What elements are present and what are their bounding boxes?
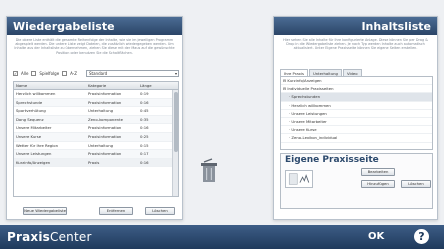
table-row[interactable]: Unsere Leistungen Praxisinformation 0:17 [14,150,178,159]
table-cell: Praxisinformation [88,133,122,139]
content-panel: Inhaltsliste Hier sehen Sie alle Inhalte… [273,16,438,220]
table-cell: 0:15 [140,142,149,148]
table-cell: Praxisinformation [88,99,122,105]
table-row[interactable]: Kurzinfo/Anzeigen Praxis 0:16 [14,158,178,168]
table-row[interactable]: Unsere Kurse Praxisinformation 0:25 [14,132,178,142]
table-cell: Wetter für Ihre Region [16,142,59,148]
table-cell: Unterhaltung [88,142,114,148]
content-description: Hier sehen Sie alle Inhalte für Ihre kon… [283,38,428,51]
table-cell: 0:45 [140,108,149,114]
tree-item[interactable]: ⊟ Individuelle Praxisseiten [281,85,432,94]
filter-all-checkbox[interactable]: ✓ [13,71,18,76]
table-cell: 0:16 [140,99,149,105]
playlist-table: Name Kategorie Länge Herzlich willkommen… [13,81,179,197]
tree-item[interactable]: · Herzlich willkommen [281,102,432,110]
filter-order-radio[interactable] [31,71,37,76]
tree-item[interactable]: · Unsere Leistungen [281,110,432,118]
own-page-title: Eigene Praxisseite [285,155,379,165]
table-cell: Unsere Mitarbeiter [16,125,52,131]
add-page-button[interactable]: Hinzufügen [361,180,395,188]
tree-item-label: Unsere Leistungen [291,110,327,116]
table-row[interactable]: Sportverhütung Unterhaltung 0:45 [14,107,178,116]
table-cell: 0:35 [140,116,149,122]
table-cell: Unterhaltung [88,108,114,114]
table-cell: Praxisinformation [88,91,122,96]
table-cell: Dong Sequenz [16,116,44,122]
table-row[interactable]: Unsere Mitarbeiter Praxisinformation 0:16 [14,124,178,133]
table-row[interactable]: Dong Sequenz Zeno-komponente 0:35 [14,115,178,125]
table-cell: Unsere Kurse [16,133,42,139]
tree-item-label: Herzlich willkommen [291,102,331,108]
table-cell: Zeno-komponente [88,116,123,122]
table-cell: 0:25 [140,133,149,139]
filter-alpha-radio[interactable] [62,71,68,76]
chevron-down-icon: ▾ [174,71,177,76]
table-row[interactable]: Wetter für Ihre Region Unterhaltung 0:15 [14,142,178,151]
playlist-table-header: Name Kategorie Länge [14,82,178,90]
tree-item-label: Kurzinfo/Anzeigen [287,78,322,83]
delete-playlist-button[interactable]: Löschen [145,207,175,215]
column-header-category[interactable]: Kategorie [86,82,138,89]
playlist-select-value: Standard [89,71,108,76]
brand-logo: PraxisCenter [7,230,92,244]
playlist-scrollbar-thumb[interactable] [174,92,178,152]
table-cell: Herzlich willkommen [16,91,56,96]
new-playlist-button[interactable]: Neue Wiedergabeliste [23,207,67,215]
table-cell: Sportverhütung [16,108,46,114]
playlist-description: Die obere Liste enthält die gesamte Reih… [14,38,175,55]
filter-order-label: Spielfolge [39,71,60,76]
table-cell: Unsere Leistungen [16,151,52,157]
help-icon[interactable]: ? [414,229,429,244]
table-cell: Sprechstunde [16,99,43,105]
trash-icon[interactable] [200,158,218,184]
content-title: Inhaltsliste [274,17,437,35]
column-header-name[interactable]: Name [14,82,86,89]
table-cell: Kurzinfo/Anzeigen [16,159,51,165]
table-cell: 0:17 [140,151,149,157]
remove-item-button[interactable]: Entfernen [99,207,133,215]
own-page-section: Eigene Praxisseite Bearbeiten Hinzufügen… [280,153,433,209]
playlist-title: Wiedergabeliste [7,17,182,35]
footer-bar: PraxisCenter OK ? [0,225,444,249]
brand-bold: Praxis [7,230,51,244]
playlist-filter-row: ✓ Alle Spielfolge A-Z Standard ▾ [13,69,179,78]
table-cell: Praxisinformation [88,125,122,131]
table-cell: 0:19 [140,91,149,96]
table-cell: 0:16 [140,125,149,131]
delete-page-button[interactable]: Löschen [401,180,431,188]
tree-item[interactable]: · Zeno-Lexikon_individual [281,134,432,143]
playlist-panel: Wiedergabeliste Die obere Liste enthält … [6,16,183,220]
edit-page-button[interactable]: Bearbeiten [361,168,395,176]
column-header-length[interactable]: Länge [138,82,166,89]
table-cell: Praxis [88,159,100,165]
playlist-select[interactable]: Standard ▾ [86,70,179,77]
tree-item-label: Unsere Mitarbeiter [291,118,327,124]
playlist-scrollbar[interactable] [172,90,178,196]
tree-item-label: Sprechstunden [291,94,320,100]
tree-item[interactable]: · Sprechstunden [281,93,432,102]
tree-item-label: Unsere Kurse [291,127,317,133]
table-row[interactable]: Herzlich willkommen Praxisinformation 0:19 [14,90,178,99]
table-cell: 0:16 [140,159,149,165]
filter-all-label: Alle [21,71,29,76]
filter-alpha-label: A-Z [70,71,77,76]
tree-item-label: Zeno-Lexikon_individual [291,135,338,141]
content-tree: ⊟ Kurzinfo/Anzeigen ⊟ Individuelle Praxis… [280,76,433,150]
own-page-preview-icon [285,170,313,188]
ok-button[interactable]: OK [368,231,384,242]
table-cell: Praxisinformation [88,151,122,157]
tree-item[interactable]: · Unsere Kurse [281,126,432,135]
tree-item[interactable]: ⊟ Kurzinfo/Anzeigen [281,77,432,86]
brand-rest: Center [50,230,92,244]
tree-item-label: Individuelle Praxisseiten [287,86,334,92]
tree-item[interactable]: · Unsere Mitarbeiter [281,118,432,127]
table-row[interactable]: Sprechstunde Praxisinformation 0:16 [14,98,178,108]
